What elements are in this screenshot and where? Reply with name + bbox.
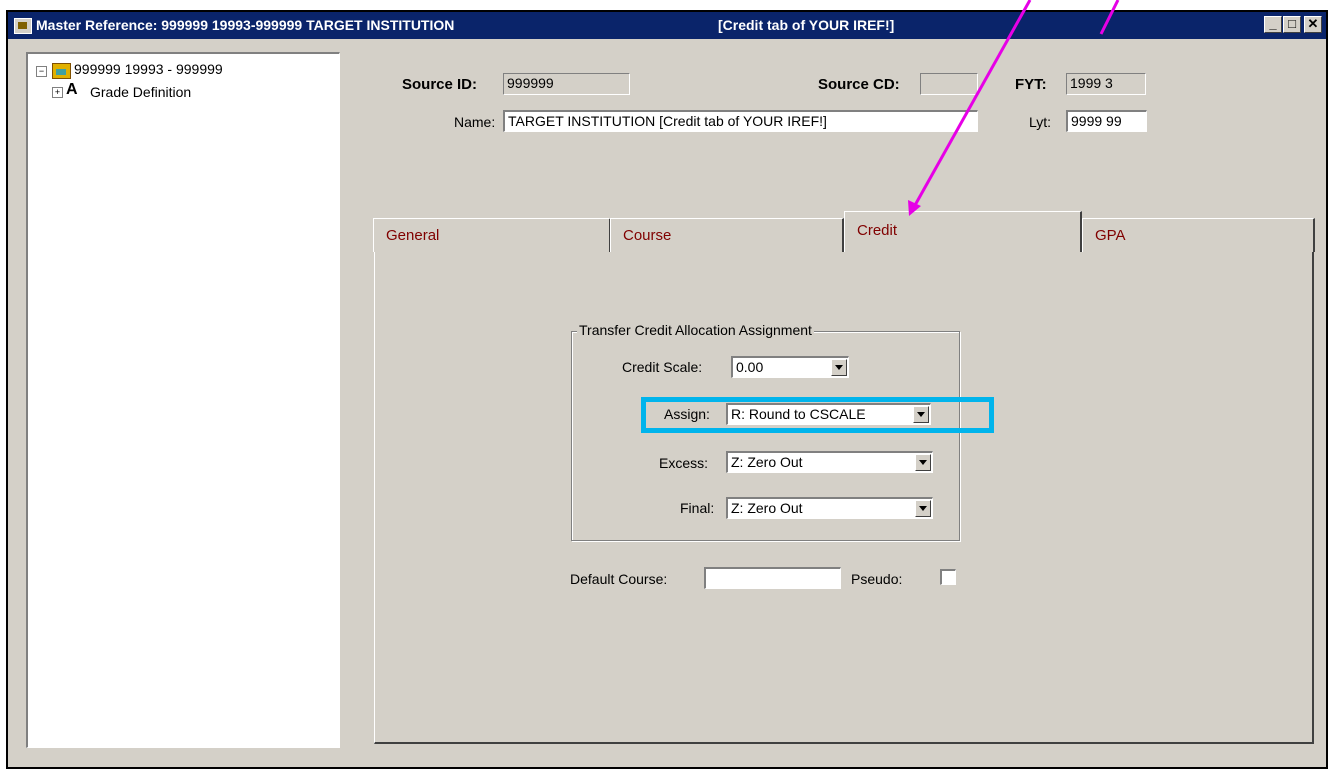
arrow-head-lower — [908, 200, 921, 216]
annotation-arrow — [908, 0, 1120, 216]
arrow-line-upper — [1099, 0, 1120, 35]
arrow-line-lower — [912, 0, 1032, 208]
